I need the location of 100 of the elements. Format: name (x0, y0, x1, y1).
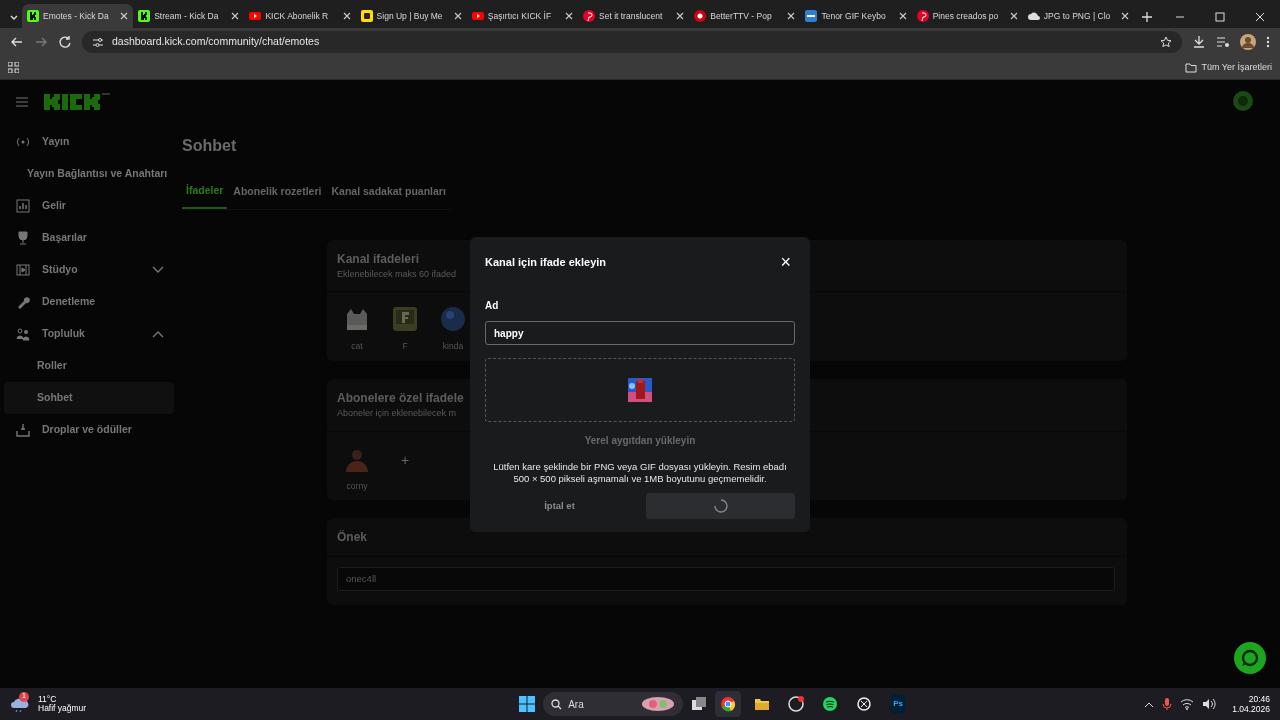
clock-date[interactable]: 1.04.2026 (1232, 704, 1270, 715)
url-text: dashboard.kick.com/community/chat/emotes (112, 34, 321, 50)
broadcast-icon (16, 135, 30, 149)
browser-tab[interactable]: Set it translucent (578, 4, 690, 28)
film-icon (16, 263, 30, 277)
microphone-icon[interactable] (1162, 697, 1173, 711)
taskbar-app[interactable] (715, 691, 742, 717)
emote-name: kinda (442, 340, 464, 354)
site-settings-icon[interactable] (92, 36, 104, 48)
chart-icon (16, 199, 30, 213)
name-field[interactable]: happy (485, 321, 795, 345)
browser-tab[interactable]: KICK Abonelik R (244, 4, 356, 28)
star-icon[interactable] (1160, 36, 1172, 48)
forward-icon (34, 35, 48, 49)
search-field[interactable]: Ara (543, 692, 684, 716)
close-icon[interactable] (120, 12, 129, 20)
close-icon[interactable] (676, 12, 685, 20)
chevron-up-icon[interactable] (1144, 700, 1155, 708)
tray-icon (16, 423, 30, 437)
cancel-button[interactable]: İptal et (485, 492, 634, 519)
browser-tab[interactable]: Emotes - Kick Da (22, 4, 134, 28)
drop-zone[interactable] (485, 358, 795, 422)
browser-tab[interactable]: Sign Up | Buy Me (355, 4, 467, 28)
bookmarks-folder[interactable]: Tüm Yer İşaretleri (1185, 60, 1272, 75)
reload-icon[interactable] (58, 35, 72, 49)
wifi-icon[interactable] (1180, 698, 1195, 710)
help-text: Lütfen kare şeklinde bir PNG veya GIF dosyası yükleyin. Resim ebadı 500 × 500 pikseli aşmamalı ve 1MB boyutunu geçmemelidir. (492, 461, 788, 485)
emote-name: corny (346, 479, 368, 493)
sidebar-item[interactable]: Droplar ve ödüller (0, 414, 178, 446)
sidebar-item[interactable]: Stüdyo (0, 254, 178, 286)
close-icon[interactable] (787, 12, 796, 20)
taskbar-app[interactable]: Ps (885, 691, 912, 717)
section-title: Abonelere özel ifadele (337, 390, 464, 408)
help-chat-icon[interactable] (1234, 642, 1266, 674)
download-icon[interactable] (1192, 35, 1206, 49)
wrench-icon (16, 295, 30, 309)
sidebar-item[interactable]: Yayın (0, 126, 178, 158)
emote-name: cat (351, 340, 363, 354)
sidebar-item[interactable]: Topluluk (0, 318, 178, 350)
browser-tab[interactable]: Stream - Kick Da (133, 4, 245, 28)
search-icon (551, 698, 563, 710)
field-label: Ad (485, 299, 500, 313)
play-icon (471, 10, 484, 22)
browser-tab[interactable]: Pines creados po (911, 4, 1023, 28)
k-logo-icon (27, 10, 39, 22)
flower-icon (641, 696, 676, 712)
media-icon[interactable] (1216, 35, 1230, 49)
close-icon[interactable] (898, 12, 907, 20)
apps-grid-icon[interactable] (8, 62, 19, 73)
close-icon[interactable] (1009, 12, 1018, 20)
logo[interactable] (44, 92, 110, 112)
tab[interactable]: İfadeler (182, 177, 228, 209)
section-subtitle: Eklenebilecek maks 60 ifaded (337, 267, 457, 281)
people-icon (16, 327, 30, 341)
folder-icon (1185, 62, 1198, 73)
close-icon[interactable] (453, 12, 462, 20)
tab[interactable]: Abonelik rozetleri (229, 177, 326, 209)
k-logo-icon (138, 10, 151, 22)
volume-icon[interactable] (1202, 698, 1217, 710)
spinner-icon (713, 498, 728, 513)
add-button[interactable]: + (390, 445, 420, 476)
page-title: Sohbet (182, 136, 238, 156)
sidebar-item[interactable]: Sohbet (4, 382, 174, 414)
menu-icon[interactable] (1266, 35, 1270, 49)
sidebar-item[interactable]: Yayın Bağlantısı ve Anahtarı (0, 158, 178, 190)
section-subtitle: Aboneler için eklenebilecek m (337, 407, 457, 421)
tab[interactable]: Kanal sadakat puanları (327, 177, 450, 209)
chrome-icon (720, 696, 737, 712)
profile-avatar-icon[interactable] (1240, 34, 1256, 50)
clock-time[interactable]: 20:46 (1232, 693, 1270, 704)
back-icon[interactable] (10, 35, 24, 49)
close-icon[interactable] (565, 12, 573, 20)
sidebar-item[interactable]: Gelir (0, 190, 178, 222)
close-icon[interactable] (1121, 12, 1130, 20)
close-button[interactable]: × (776, 253, 795, 271)
sidebar-item[interactable]: Denetleme (0, 286, 178, 318)
circle-logo-icon (694, 10, 707, 22)
weather-text: Hafif yağmur (38, 704, 87, 714)
close-icon[interactable] (342, 12, 351, 20)
cloud-icon (1027, 10, 1040, 22)
browser-tab[interactable]: Şaşırtıcı KICK İF (466, 4, 578, 28)
section-title: Kanal ifadeleri (337, 250, 420, 268)
chevron-up-icon (152, 330, 164, 338)
section-title: Önek (337, 529, 367, 547)
sidebar-item[interactable]: Roller (0, 350, 178, 382)
folder-icon (754, 696, 771, 712)
temperature: 11°C (38, 694, 58, 704)
windows-icon[interactable] (519, 696, 536, 712)
dialog-title: Kanal için ifade ekleyin (485, 254, 607, 270)
address-bar[interactable]: dashboard.kick.com/community/chat/emotes (82, 31, 1182, 53)
emote-name: F (402, 340, 408, 354)
close-icon[interactable] (231, 12, 240, 20)
trophy-icon (16, 231, 30, 245)
browser-tab[interactable]: BetterTTV - Pop (689, 4, 801, 28)
play-icon (249, 10, 262, 22)
gif-logo-icon (805, 10, 818, 22)
task-view-icon[interactable] (691, 696, 708, 712)
browser-tab[interactable]: Tenor GIF Keybo (800, 4, 912, 28)
browser-tab[interactable]: JPG to PNG | Clo (1022, 4, 1135, 28)
sidebar-item[interactable]: Başarılar (0, 222, 178, 254)
